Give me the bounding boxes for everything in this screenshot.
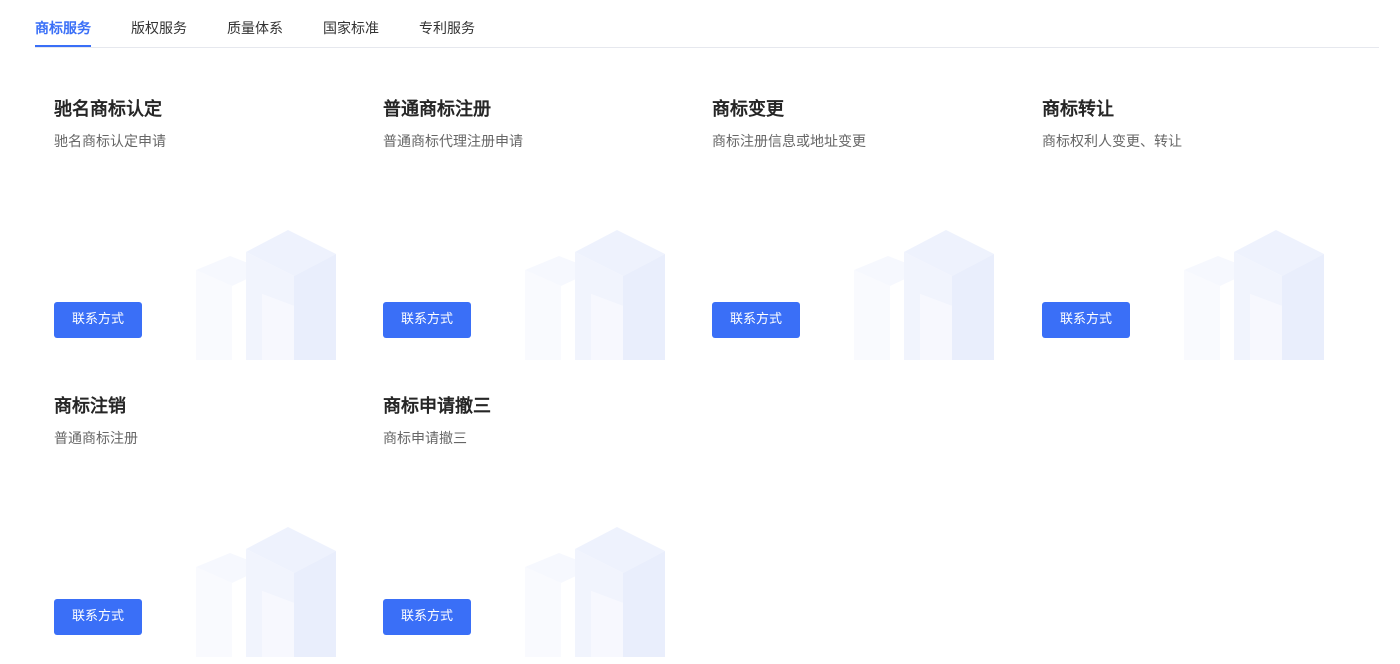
tab-copyright-service[interactable]: 版权服务 <box>131 19 187 39</box>
card-title: 商标转让 <box>1042 99 1114 120</box>
service-tabs: 商标服务 版权服务 质量体系 国家标准 专利服务 <box>35 0 1379 48</box>
active-tab-indicator <box>35 45 91 47</box>
service-card: 商标申请撤三 商标申请撤三 联系方式 <box>383 395 673 664</box>
card-title: 普通商标注册 <box>383 99 491 120</box>
cube-decoration-icon <box>196 230 336 360</box>
card-title: 商标注销 <box>54 396 126 417</box>
tab-national-standard[interactable]: 国家标准 <box>323 19 379 39</box>
service-card: 商标转让 商标权利人变更、转让 联系方式 <box>1042 98 1332 388</box>
service-card: 商标变更 商标注册信息或地址变更 联系方式 <box>712 98 1002 388</box>
card-description: 普通商标注册 <box>54 431 138 447</box>
card-description: 商标注册信息或地址变更 <box>712 134 866 150</box>
cube-decoration-icon <box>1184 230 1324 360</box>
service-card: 商标注销 普通商标注册 联系方式 <box>54 395 344 664</box>
contact-button[interactable]: 联系方式 <box>1042 302 1130 338</box>
tab-patent-service[interactable]: 专利服务 <box>419 19 475 39</box>
cube-decoration-icon <box>525 230 665 360</box>
tab-trademark-service[interactable]: 商标服务 <box>35 19 91 39</box>
tab-quality-system[interactable]: 质量体系 <box>227 19 283 39</box>
contact-button[interactable]: 联系方式 <box>383 302 471 338</box>
contact-button[interactable]: 联系方式 <box>383 599 471 635</box>
contact-button[interactable]: 联系方式 <box>54 302 142 338</box>
card-title: 商标申请撤三 <box>383 396 491 417</box>
service-card: 驰名商标认定 驰名商标认定申请 联系方式 <box>54 98 344 388</box>
cube-decoration-icon <box>525 527 665 657</box>
card-description: 普通商标代理注册申请 <box>383 134 523 150</box>
cube-decoration-icon <box>854 230 994 360</box>
contact-button[interactable]: 联系方式 <box>712 302 800 338</box>
cube-decoration-icon <box>196 527 336 657</box>
card-description: 商标权利人变更、转让 <box>1042 134 1182 150</box>
service-card: 普通商标注册 普通商标代理注册申请 联系方式 <box>383 98 673 388</box>
card-description: 商标申请撤三 <box>383 431 467 447</box>
contact-button[interactable]: 联系方式 <box>54 599 142 635</box>
card-title: 商标变更 <box>712 99 784 120</box>
card-title: 驰名商标认定 <box>54 99 162 120</box>
card-description: 驰名商标认定申请 <box>54 134 166 150</box>
